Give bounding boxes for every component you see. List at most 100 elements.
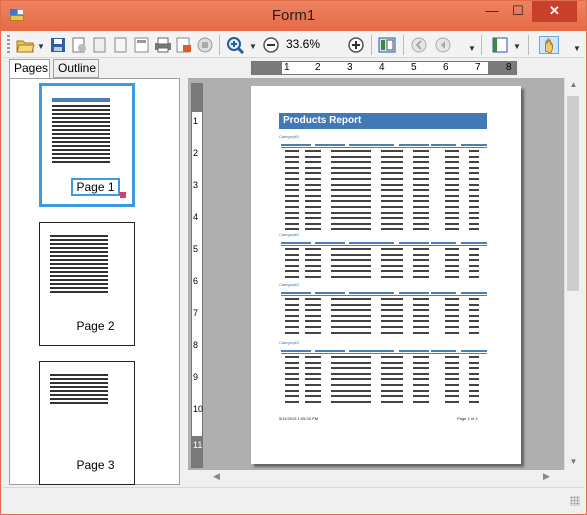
open-dropdown-arrow[interactable]: ▼ — [37, 42, 45, 51]
table-row — [285, 400, 485, 405]
tab-pages[interactable]: Pages — [9, 59, 50, 79]
print-preview-icon[interactable] — [174, 36, 194, 54]
table-header — [281, 292, 487, 296]
zoom-in-icon[interactable] — [226, 36, 246, 54]
page-view-dropdown-arrow[interactable]: ▼ — [513, 42, 521, 51]
table-row — [285, 331, 485, 336]
minimize-button[interactable]: — — [479, 1, 505, 22]
scroll-right-arrow[interactable]: ▶ — [543, 471, 550, 482]
scroll-up-arrow[interactable]: ▲ — [565, 80, 582, 89]
vertical-ruler: 1 2 3 4 5 6 7 8 9 10 11 — [191, 83, 203, 468]
table-row — [285, 259, 485, 263]
close-button[interactable]: ✕ — [532, 1, 577, 22]
ruler-number: 4 — [193, 212, 199, 222]
thumbnail-label: Page 2 — [76, 319, 115, 333]
table-row — [285, 200, 485, 204]
table-header — [281, 350, 487, 354]
zoom-dropdown-arrow[interactable]: ▼ — [249, 42, 257, 51]
ruler-number: 5 — [411, 62, 417, 73]
table-row — [285, 309, 485, 313]
thumbnail-toggle-icon[interactable] — [377, 36, 397, 54]
ruler-number: 1 — [284, 62, 290, 73]
table-row — [285, 372, 485, 377]
toolbar-grip[interactable] — [7, 35, 10, 55]
table-row — [285, 189, 485, 193]
stop-icon[interactable] — [195, 36, 215, 54]
export-icon[interactable] — [69, 36, 89, 54]
group-label: CategoryID — [279, 134, 300, 139]
table-row — [285, 211, 485, 216]
ruler-number: 3 — [347, 62, 353, 73]
table-row — [285, 395, 485, 399]
ruler-number: 9 — [193, 372, 199, 382]
first-page-icon[interactable] — [409, 36, 429, 54]
table-row — [285, 298, 485, 302]
table-row — [285, 314, 485, 319]
table-row — [285, 178, 485, 182]
table-row — [285, 194, 485, 199]
zoom-increase-icon[interactable] — [346, 36, 366, 54]
toolbar-overflow-arrow-2[interactable]: ▼ — [573, 44, 581, 53]
table-row — [285, 161, 485, 165]
open-folder-icon[interactable] — [15, 36, 35, 54]
vertical-scroll-thumb[interactable] — [567, 96, 579, 291]
table-row — [285, 172, 485, 176]
tab-outline[interactable]: Outline — [53, 59, 99, 78]
table-row — [285, 270, 485, 274]
table-row — [285, 367, 485, 371]
application-window: Form1 — ☐ ✕ ▼ ▼ 33.6% ▼ ▼ ▼ Pages Outlin… — [0, 0, 587, 515]
table-row — [285, 206, 485, 210]
table-row — [285, 356, 485, 360]
horizontal-scrollbar[interactable]: ◀ ▶ — [188, 470, 564, 485]
save-icon[interactable] — [48, 36, 68, 54]
table-header — [281, 144, 487, 148]
table-row — [285, 217, 485, 221]
vertical-scrollbar[interactable]: ▲ ▼ — [564, 78, 581, 470]
table-header — [281, 242, 487, 246]
report-title: Products Report — [279, 113, 487, 129]
page-thumbnails-panel[interactable]: Page 1 Page 2 Page 3 — [9, 78, 180, 485]
table-row — [285, 166, 485, 171]
hand-tool-icon[interactable] — [539, 36, 559, 54]
scroll-left-arrow[interactable]: ◀ — [213, 471, 220, 482]
previous-page-icon[interactable] — [433, 36, 453, 54]
thumbnail-label: Page 1 — [10, 178, 181, 196]
page-setup-icon[interactable] — [111, 36, 131, 54]
ruler-number: 6 — [193, 276, 199, 286]
zoom-out-icon[interactable] — [261, 36, 281, 54]
group-label: CategoryID — [279, 232, 300, 237]
ruler-number: 6 — [443, 62, 449, 73]
toolbar-overflow-arrow[interactable]: ▼ — [468, 44, 476, 53]
zoom-level[interactable]: 33.6% — [286, 37, 320, 51]
ruler-number: 8 — [193, 340, 199, 350]
ruler-number: 3 — [193, 180, 199, 190]
table-row — [285, 276, 485, 280]
ruler-number: 2 — [193, 148, 199, 158]
horizontal-ruler: 1 2 3 4 5 6 7 8 — [251, 61, 517, 75]
ruler-number: 7 — [475, 62, 481, 73]
table-row — [285, 303, 485, 308]
report-page-number: Page 1 of 3 — [457, 416, 478, 421]
table-row — [285, 183, 485, 188]
table-row — [285, 264, 485, 269]
report-page: Products Report CategoryID CategoryID Ca… — [251, 86, 521, 464]
table-row — [285, 326, 485, 330]
page-layout-icon[interactable] — [132, 36, 152, 54]
report-date: 5/11/2015 1:05:33 PM — [279, 416, 319, 421]
print-icon[interactable] — [153, 36, 173, 54]
ruler-number: 7 — [193, 308, 199, 318]
table-row — [285, 222, 485, 227]
table-row — [285, 384, 485, 388]
scroll-down-arrow[interactable]: ▼ — [565, 457, 582, 466]
table-row — [285, 155, 485, 160]
page-view-icon[interactable] — [490, 36, 510, 54]
table-row — [285, 228, 485, 232]
ruler-number: 4 — [379, 62, 385, 73]
title-bar[interactable]: Form1 — ☐ ✕ — [1, 1, 586, 31]
maximize-button[interactable]: ☐ — [505, 1, 531, 22]
table-row — [285, 248, 485, 252]
ruler-number: 1 — [193, 116, 199, 126]
copy-icon[interactable] — [90, 36, 110, 54]
table-row — [285, 361, 485, 366]
resize-grip[interactable] — [570, 496, 580, 506]
